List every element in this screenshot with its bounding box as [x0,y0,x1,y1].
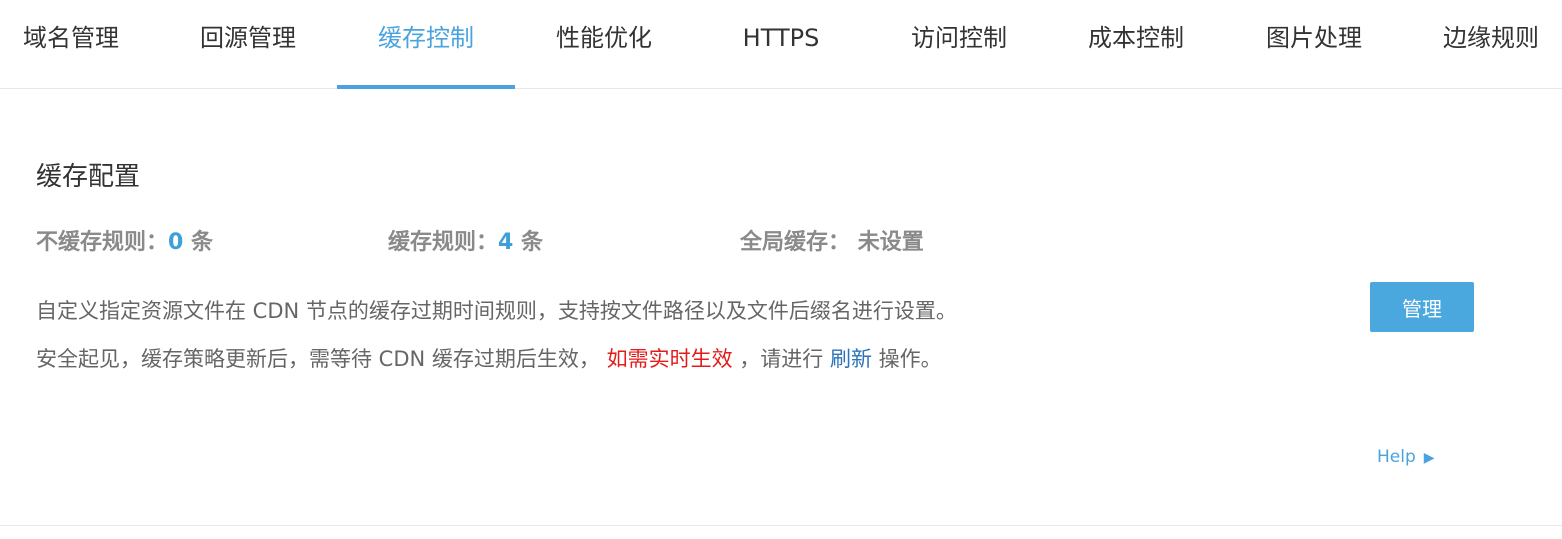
description-line-2-mid: ，请进行 [739,347,824,371]
description-line-2-suffix: 操作。 [878,347,942,371]
tab-access-control[interactable]: 访问控制 [870,0,1048,89]
tab-domain-management[interactable]: 域名管理 [0,0,160,89]
description-line-2: 安全起见，缓存策略更新后，需等待 CDN 缓存过期后生效， 如需实时生效 ，请进… [36,344,942,374]
cache-rules-unit: 条 [521,230,544,255]
description-line-2-prefix: 安全起见，缓存策略更新后，需等待 CDN 缓存过期后生效， [36,347,600,371]
section-title: 缓存配置 [36,162,141,192]
bottom-divider [0,525,1562,526]
tab-bar: 域名管理 回源管理 缓存控制 性能优化 HTTPS 访问控制 成本控制 图片处理… [0,0,1562,89]
tab-edge-rules[interactable]: 边缘规则 [1402,0,1562,89]
cache-rules-count: 4 [498,230,514,255]
cache-rules-stat: 缓存规则：4 条 [388,227,543,259]
realtime-warning-text: 如需实时生效 [606,347,733,371]
play-arrow-icon: ▶ [1423,450,1435,466]
no-cache-rules-count: 0 [168,230,184,255]
global-cache-value: 未设置 [857,230,924,255]
tab-image-processing[interactable]: 图片处理 [1225,0,1403,89]
tab-cost-control[interactable]: 成本控制 [1047,0,1225,89]
tab-performance-optimization[interactable]: 性能优化 [515,0,693,89]
tab-cache-control[interactable]: 缓存控制 [337,0,515,89]
help-link[interactable]: Help ▶ [1377,445,1435,470]
no-cache-rules-unit: 条 [191,230,214,255]
manage-button[interactable]: 管理 [1370,282,1474,332]
global-cache-stat: 全局缓存： 未设置 [740,227,924,259]
help-label: Help [1377,447,1416,467]
description-line-1: 自定义指定资源文件在 CDN 节点的缓存过期时间规则，支持按文件路径以及文件后缀… [36,299,957,323]
tab-https[interactable]: HTTPS [692,0,870,89]
tab-origin-management[interactable]: 回源管理 [159,0,337,89]
no-cache-rules-stat: 不缓存规则：0 条 [36,227,213,259]
refresh-link[interactable]: 刷新 [830,347,872,371]
global-cache-label: 全局缓存： [740,230,851,255]
no-cache-rules-label: 不缓存规则： [36,230,169,255]
cache-rules-label: 缓存规则： [388,230,499,255]
